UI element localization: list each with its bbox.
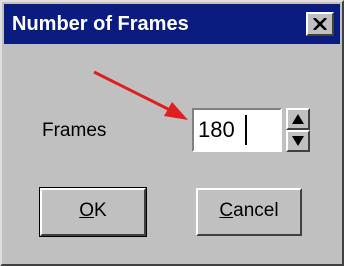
ok-mnemonic: O xyxy=(79,200,95,221)
text-caret xyxy=(245,115,247,145)
cancel-button-label: Cancel xyxy=(198,200,300,222)
spin-up-button[interactable] xyxy=(286,108,310,130)
ok-button[interactable]: OK xyxy=(39,187,147,237)
arrow-down-icon xyxy=(292,136,304,146)
frames-input[interactable] xyxy=(194,110,284,150)
ok-button-label: OK xyxy=(42,200,144,222)
frames-field[interactable] xyxy=(192,108,284,152)
ok-label-rest: K xyxy=(94,200,107,221)
spin-down-button[interactable] xyxy=(286,130,310,152)
number-of-frames-dialog: Number of Frames Frames OK Cancel xyxy=(0,0,344,266)
cancel-button[interactable]: Cancel xyxy=(196,188,302,236)
frames-label: Frames xyxy=(42,120,107,141)
cancel-label-rest: ancel xyxy=(233,200,279,221)
cancel-mnemonic: C xyxy=(219,200,234,221)
arrow-up-icon xyxy=(292,114,304,124)
